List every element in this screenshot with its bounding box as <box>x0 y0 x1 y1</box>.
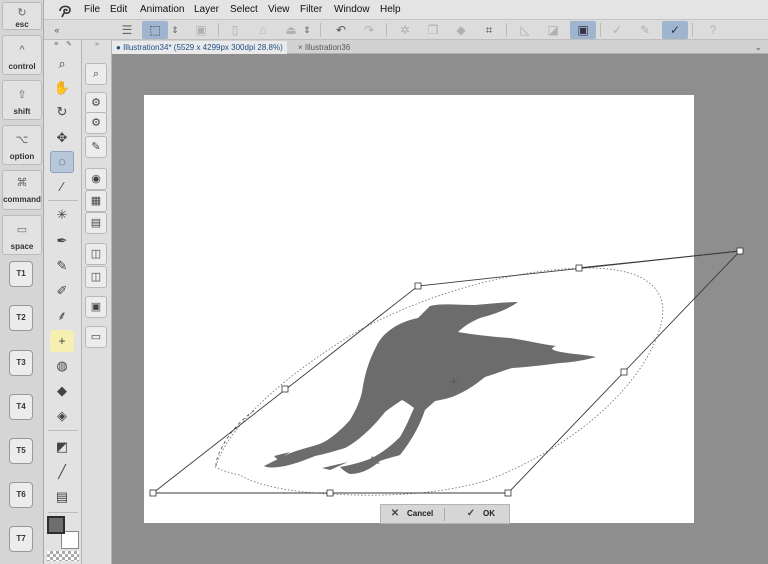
transform-handle[interactable] <box>281 385 289 393</box>
transform-handle[interactable] <box>620 368 628 376</box>
cancel-button[interactable]: ✕ Cancel <box>389 505 433 523</box>
crow-silhouette <box>264 302 596 474</box>
ok-button[interactable]: ✓ OK <box>465 505 495 523</box>
transform-handle[interactable] <box>326 489 334 497</box>
transform-handle[interactable] <box>504 489 512 497</box>
transform-handle[interactable] <box>736 247 744 255</box>
clip-studio-window: ↻ esc ^ control ⇧ shift ⌥ option ⌘ comma… <box>0 0 768 564</box>
transform-center-icon[interactable]: + <box>449 375 458 388</box>
transform-handle[interactable] <box>575 264 583 272</box>
transform-handle[interactable] <box>414 282 422 290</box>
transform-handle[interactable] <box>149 489 157 497</box>
canvas-overlay: + <box>149 247 744 497</box>
close-icon: ✕ <box>390 508 400 519</box>
transform-confirm-bar: ✕ Cancel ✓ OK <box>380 504 510 524</box>
check-circle-icon: ✓ <box>466 508 476 519</box>
